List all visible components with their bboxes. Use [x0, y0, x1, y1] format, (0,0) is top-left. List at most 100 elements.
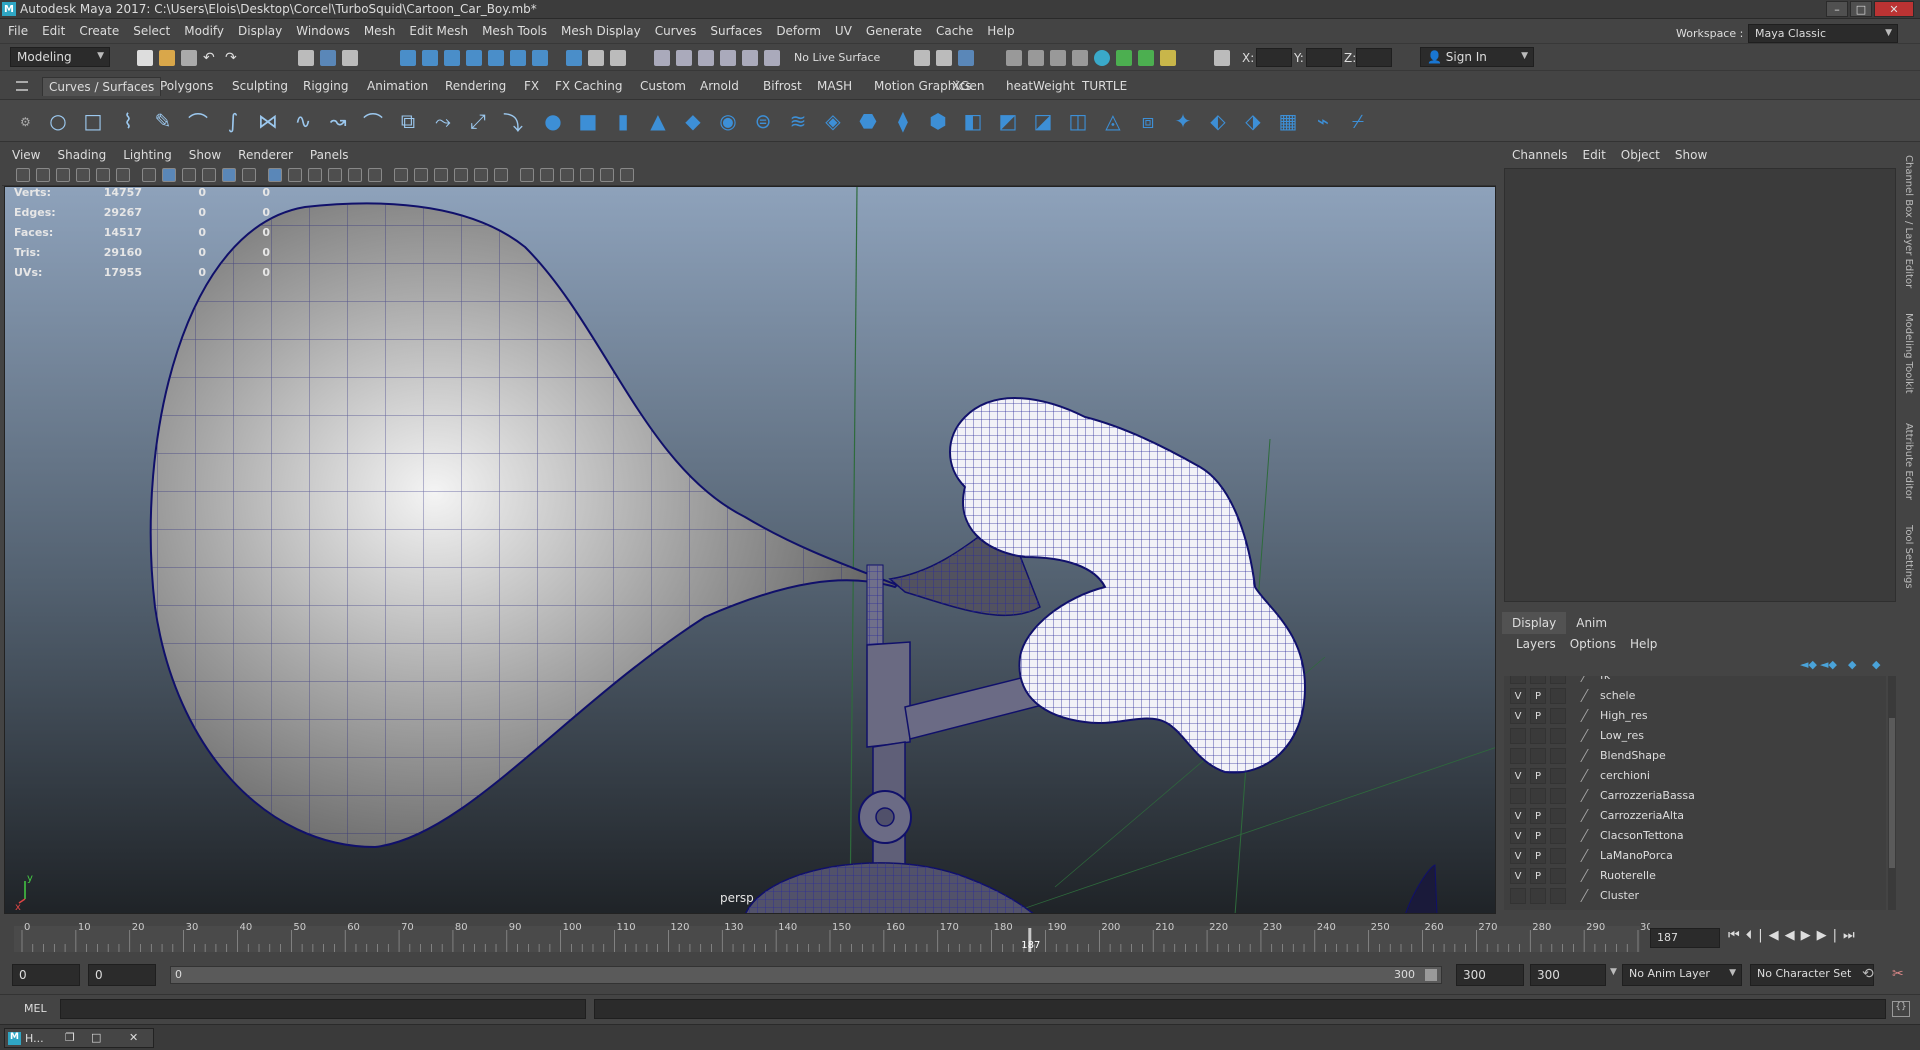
menu-surfaces[interactable]: Surfaces	[710, 24, 762, 38]
transform-mode-icon[interactable]	[1214, 50, 1230, 66]
layer-color-icon[interactable]	[1580, 749, 1600, 762]
layer-menu-help[interactable]: Help	[1630, 637, 1657, 651]
close-icon[interactable]: ✕	[129, 1031, 138, 1044]
play-forward-icon[interactable]: ▶	[1801, 928, 1817, 943]
viewport-menu-panels[interactable]: Panels	[310, 148, 349, 162]
layer-playback-toggle[interactable]: P	[1530, 868, 1546, 884]
paint-icon[interactable]: ⌁	[1311, 109, 1335, 133]
input-ops-icon[interactable]	[914, 50, 930, 66]
pencil-curve-icon[interactable]: ✎	[151, 109, 175, 133]
extrude-icon[interactable]: ⬣	[856, 109, 880, 133]
shelf-tab-xgen[interactable]: XGen	[946, 77, 991, 96]
menu-modify[interactable]: Modify	[184, 24, 224, 38]
layer-color-icon[interactable]	[1580, 809, 1600, 822]
render-settings-icon[interactable]	[1050, 50, 1066, 66]
layer-visibility-toggle[interactable]	[1510, 788, 1526, 804]
minimized-window[interactable]: M H... ❐ □ ✕	[4, 1028, 154, 1048]
square-icon[interactable]: □	[81, 109, 105, 133]
backface-icon[interactable]	[414, 168, 428, 182]
film-gate-icon[interactable]	[308, 168, 322, 182]
cmd-input[interactable]	[60, 999, 586, 1019]
shelf-tab-fx-caching[interactable]: FX Caching	[549, 77, 628, 96]
layer-color-icon[interactable]	[1580, 709, 1600, 722]
move-icon[interactable]	[698, 50, 714, 66]
nurbs-plane-icon[interactable]: ◆	[681, 109, 705, 133]
live-surface-label[interactable]: No Live Surface	[794, 51, 880, 64]
insert-knot-icon[interactable]: ↝	[326, 109, 350, 133]
bevel-icon[interactable]: ◩	[996, 109, 1020, 133]
viewport-menu-show[interactable]: Show	[189, 148, 221, 162]
ep-curve-icon[interactable]: ⌒	[186, 109, 210, 135]
menu-edit-mesh[interactable]: Edit Mesh	[409, 24, 468, 38]
layer-color-icon[interactable]	[1580, 849, 1600, 862]
shelf-tab-rendering[interactable]: Rendering	[439, 77, 512, 96]
detach-curve-icon[interactable]: ∿	[291, 109, 315, 133]
shelf-tab-turtle[interactable]: TURTLE	[1076, 77, 1133, 96]
anim-prefs-icon[interactable]: ✂	[1892, 966, 1904, 982]
menuset-dropdown[interactable]: Modeling ▼	[10, 47, 110, 67]
layer-row[interactable]: V Pcerchioni	[1504, 766, 1886, 786]
layer-visibility-toggle[interactable]: V	[1510, 768, 1526, 784]
snap-curve-icon[interactable]	[422, 50, 438, 66]
layer-color-icon[interactable]	[1580, 869, 1600, 882]
layer-tab-display[interactable]: Display	[1502, 612, 1567, 634]
layer-row[interactable]: Low_res	[1504, 726, 1886, 746]
menu-mesh-display[interactable]: Mesh Display	[561, 24, 641, 38]
menu-create[interactable]: Create	[79, 24, 119, 38]
arc-icon[interactable]: ⌒	[361, 109, 385, 135]
xgen-icon[interactable]	[1160, 50, 1176, 66]
go-to-end-icon[interactable]: ⏭	[1843, 928, 1861, 943]
fit-all-icon[interactable]	[600, 168, 614, 182]
shelf-tab-mash[interactable]: MASH	[811, 77, 858, 96]
layer-playback-toggle[interactable]: P	[1530, 708, 1546, 724]
select-object-icon[interactable]	[320, 50, 336, 66]
camera-select-icon[interactable]	[16, 168, 30, 182]
shelf-tab-animation[interactable]: Animation	[361, 77, 434, 96]
layer-color-icon[interactable]	[1580, 729, 1600, 742]
frame-selected-icon[interactable]	[620, 168, 634, 182]
layer-visibility-toggle[interactable]	[1510, 728, 1526, 744]
playback-start-field[interactable]: 0	[88, 964, 156, 986]
loft-icon[interactable]: ≋	[786, 109, 810, 133]
camera-attr-icon[interactable]	[36, 168, 50, 182]
step-back-key-icon[interactable]: ⏴	[1746, 928, 1759, 943]
step-forward-icon[interactable]: ▶|	[1817, 928, 1843, 943]
smooth-shade-icon[interactable]	[182, 168, 196, 182]
2d-pan-icon[interactable]	[96, 168, 110, 182]
layer-row[interactable]: V P High_res	[1504, 706, 1886, 726]
playback-controls[interactable]: ⏮⏴|◀◀▶▶|⏭	[1728, 928, 1861, 943]
layer-name[interactable]: fk	[1600, 676, 1610, 682]
maximize-icon[interactable]: □	[91, 1031, 101, 1044]
layer-display-type-toggle[interactable]	[1550, 748, 1566, 764]
layer-name[interactable]: High_res	[1600, 709, 1648, 722]
layer-display-type-toggle[interactable]	[1550, 848, 1566, 864]
layer-visibility-toggle[interactable]	[1510, 676, 1526, 684]
go-to-start-icon[interactable]: ⏮	[1728, 928, 1746, 943]
nurbs-cube-icon[interactable]: ■	[576, 109, 600, 133]
viewport-persp[interactable]: y x	[4, 186, 1496, 914]
channel-menu-edit[interactable]: Edit	[1583, 148, 1606, 162]
layer-display-type-toggle[interactable]	[1550, 808, 1566, 824]
grid-icon[interactable]	[142, 168, 156, 182]
shelf-tab-arnold[interactable]: Arnold	[694, 77, 745, 96]
camera-isolate-icon[interactable]	[580, 168, 594, 182]
smooth-icon[interactable]: ⌿	[1346, 109, 1370, 133]
birail-icon[interactable]: ⧫	[891, 109, 915, 133]
viewport-menu-shading[interactable]: Shading	[57, 148, 106, 162]
layer-row[interactable]: BlendShape	[1504, 746, 1886, 766]
menu-select[interactable]: Select	[133, 24, 170, 38]
menu-help[interactable]: Help	[987, 24, 1014, 38]
y-field[interactable]	[1306, 48, 1342, 67]
layer-display-type-toggle[interactable]	[1550, 868, 1566, 884]
layer-visibility-toggle[interactable]: V	[1510, 868, 1526, 884]
sign-in-button[interactable]: 👤 Sign In ▼	[1420, 47, 1534, 67]
new-layer-icon[interactable]: ◆	[1848, 658, 1856, 671]
layer-tab-anim[interactable]: Anim	[1566, 612, 1617, 634]
playback-end-field[interactable]: 300	[1456, 964, 1524, 986]
character-set-dropdown[interactable]: No Character Set	[1750, 964, 1874, 986]
select-hierarchy-icon[interactable]	[298, 50, 314, 66]
rebuild-surface-icon[interactable]: ▦	[1276, 109, 1300, 133]
circle-icon[interactable]: ○	[46, 109, 70, 133]
redo-icon[interactable]: ↷	[225, 50, 241, 66]
animation-start-field[interactable]: 0	[12, 964, 80, 986]
